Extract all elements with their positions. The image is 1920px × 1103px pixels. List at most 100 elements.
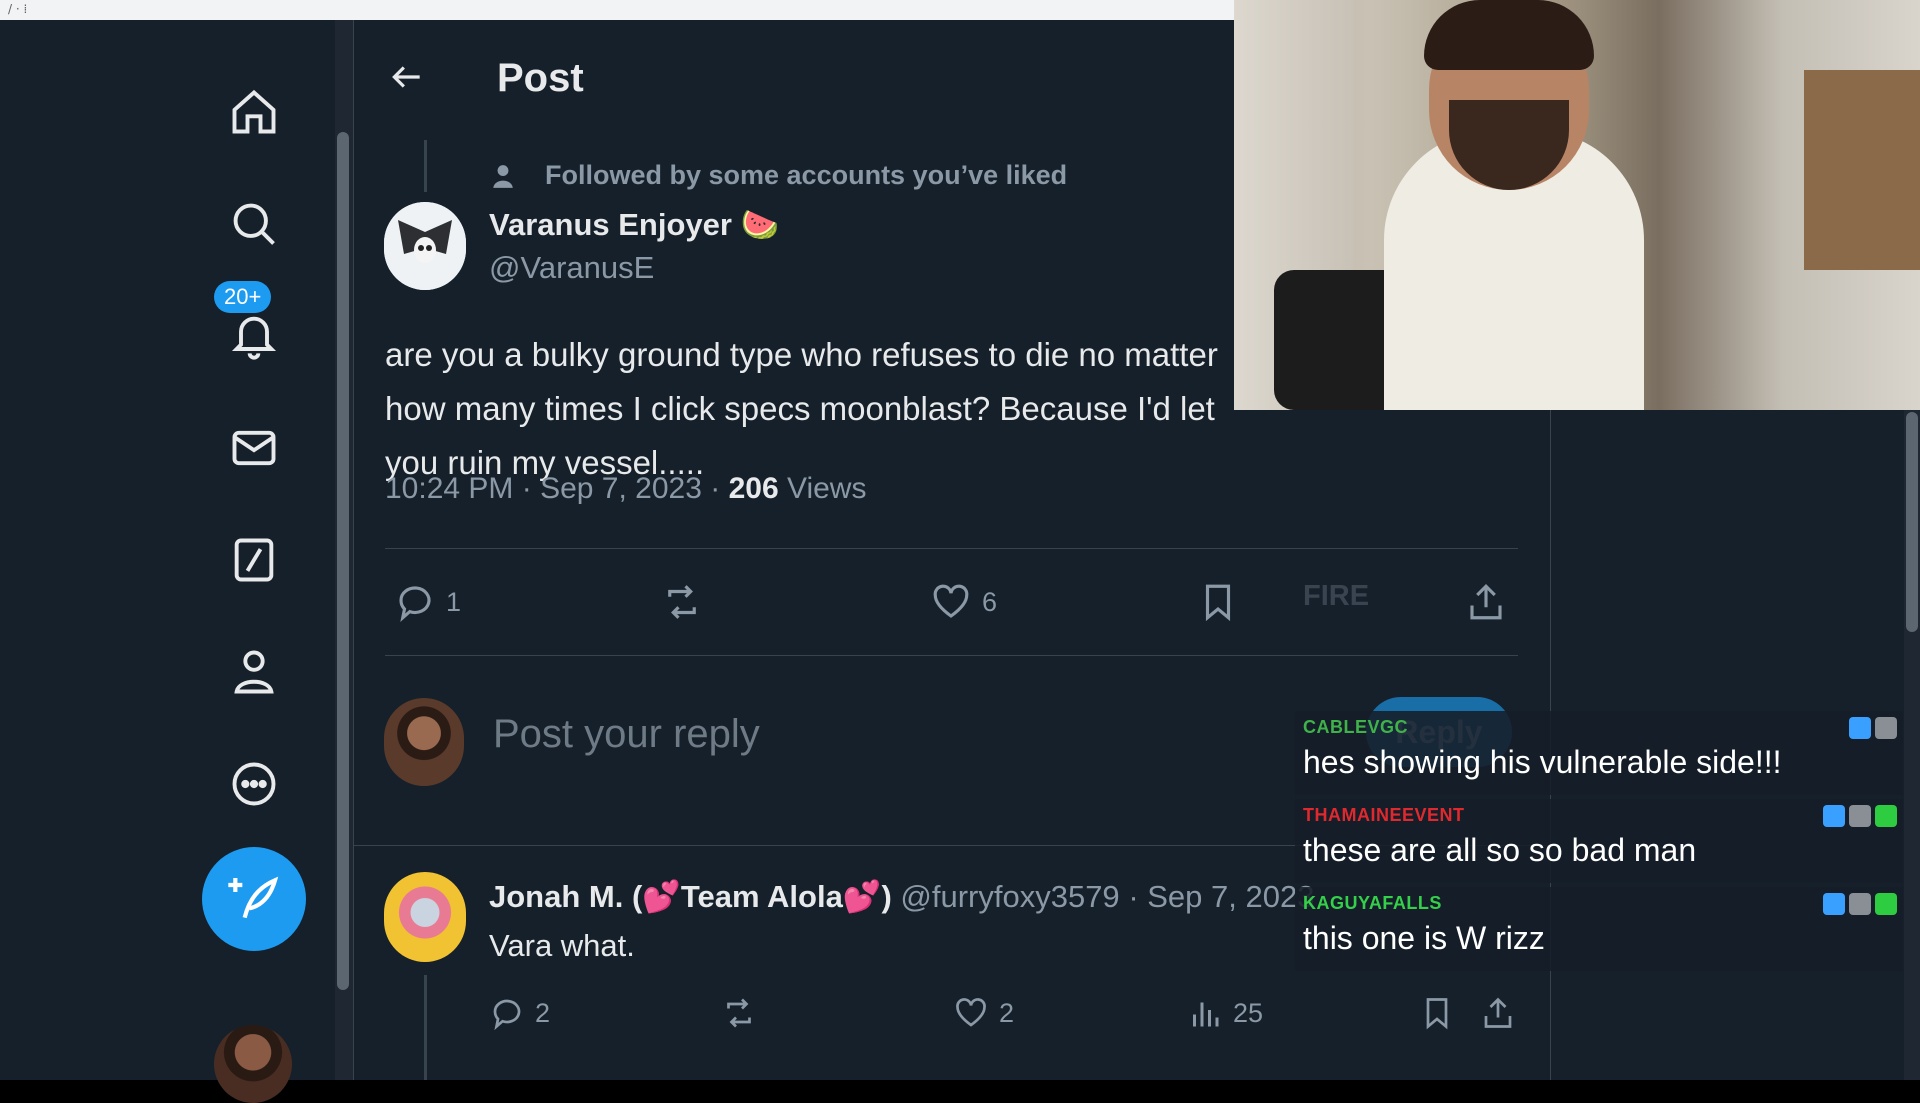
reply-author-handle[interactable]: @furryfoxy3579: [900, 879, 1119, 914]
subscriber-badge-icon: [1823, 893, 1845, 915]
share-icon: [1470, 584, 1502, 620]
chat-badges: [1849, 717, 1897, 739]
share-icon: [1484, 997, 1512, 1028]
compose-post-button[interactable]: [202, 847, 306, 951]
heart-icon: [933, 584, 969, 618]
comment-icon: [493, 999, 521, 1031]
gift-badge-icon: [1849, 893, 1871, 915]
repost-icon: [668, 585, 696, 619]
reply-text: Vara what.: [489, 928, 635, 963]
nav-explore[interactable]: [222, 192, 286, 256]
views-label: Views: [786, 472, 867, 505]
post-time[interactable]: 10:24 PM: [385, 472, 513, 505]
thread-line: [424, 140, 427, 192]
browser-top-fragment: / · ⁞: [8, 2, 28, 16]
author-avatar[interactable]: [384, 202, 466, 290]
person-icon: [234, 650, 274, 694]
like-action[interactable]: 6: [930, 581, 997, 623]
back-button[interactable]: [382, 52, 432, 102]
grok-icon: [234, 538, 274, 582]
chat-text: these are all so so bad man: [1303, 832, 1697, 868]
stream-chat-overlay: CABLEVGC hes showing his vulnerable side…: [1295, 711, 1903, 975]
nav-more[interactable]: [222, 752, 286, 816]
bell-icon: [231, 316, 277, 360]
browser-top-strip: / · ⁞: [0, 0, 1234, 20]
post-text: are you a bulky ground type who refuses …: [385, 336, 1218, 481]
bookmark-icon: [1205, 584, 1231, 622]
social-context-text: Followed by some accounts you’ve liked: [545, 160, 1068, 190]
post-date[interactable]: Sep 7, 2023: [540, 472, 702, 505]
reply-input[interactable]: Post your reply: [493, 712, 760, 757]
page-title: Post: [497, 56, 584, 100]
bookmark-action[interactable]: [1197, 581, 1239, 623]
social-context[interactable]: Followed by some accounts you’ve liked: [490, 160, 1067, 191]
post-meta: 10:24 PM · Sep 7, 2023 · 206 Views: [385, 472, 867, 505]
chat-badges: [1823, 805, 1897, 827]
reply-views-count: 25: [1233, 997, 1264, 1028]
reply-header: Jonah M. (💕Team Alola💕) @furryfoxy3579 ·…: [489, 879, 1315, 914]
bookmark-icon: [1426, 998, 1448, 1030]
subscriber-badge-icon: [1823, 805, 1845, 827]
analytics-icon: [1193, 1002, 1219, 1027]
chat-text: this one is W rizz: [1303, 920, 1545, 956]
reply-views-action[interactable]: 25: [1187, 995, 1263, 1031]
search-icon: [233, 203, 275, 245]
reply-count: 1: [446, 586, 462, 617]
author-handle[interactable]: @VaranusE: [489, 250, 654, 286]
chat-text: hes showing his vulnerable side!!!: [1303, 744, 1782, 780]
mail-icon: [232, 430, 276, 466]
nav-grok[interactable]: [222, 528, 286, 592]
chat-message: CABLEVGC hes showing his vulnerable side…: [1295, 711, 1903, 795]
thread-line: [424, 975, 427, 1080]
chat-username: THAMAINEEVENT: [1303, 805, 1465, 825]
reply-repost-action[interactable]: [721, 995, 757, 1031]
nav-notifications[interactable]: [222, 304, 286, 368]
column-divider: [353, 20, 354, 1080]
reply-author-name[interactable]: Jonah M. (💕Team Alola💕): [489, 879, 892, 914]
divider: [385, 548, 1518, 549]
subscriber-badge-icon: [1849, 717, 1871, 739]
views-count: 206: [728, 472, 779, 505]
share-action[interactable]: [1465, 581, 1507, 623]
webcam-overlay: [1234, 0, 1920, 410]
notifications-badge: 20+: [214, 281, 272, 313]
nav-profile[interactable]: [222, 640, 286, 704]
like-count: 6: [982, 586, 998, 617]
page-scrollbar-thumb[interactable]: [1906, 412, 1918, 632]
reply-share-action[interactable]: [1480, 995, 1516, 1031]
chat-badges: [1823, 893, 1897, 915]
reply-reply-count: 2: [535, 997, 551, 1028]
my-avatar: [384, 698, 464, 786]
webcam-streamer-hair: [1424, 0, 1594, 70]
webcam-shelf: [1804, 70, 1920, 270]
chat-username: KAGUYAFALLS: [1303, 893, 1442, 913]
reply-bookmark-action[interactable]: [1419, 995, 1455, 1031]
reply-like-action[interactable]: 2: [953, 995, 1014, 1031]
sidebar-scrollbar-thumb[interactable]: [337, 132, 349, 990]
reply-action[interactable]: 1: [394, 581, 461, 623]
gift-badge-icon: [1849, 805, 1871, 827]
repost-action[interactable]: [661, 581, 703, 623]
reply-date[interactable]: Sep 7, 2023: [1147, 879, 1314, 914]
reply-reply-action[interactable]: 2: [489, 995, 550, 1031]
more-circle-icon: [232, 762, 276, 806]
skull-butterfly-avatar-image: [384, 202, 466, 290]
fire-overlay-text: FIRE: [1303, 580, 1370, 612]
heart-icon: [956, 998, 986, 1027]
divider: [385, 655, 1518, 656]
arrow-left-icon: [392, 66, 420, 88]
author-name[interactable]: Varanus Enjoyer 🍉: [489, 206, 779, 243]
account-avatar[interactable]: [214, 1025, 292, 1103]
chat-message: THAMAINEEVENT these are all so so bad ma…: [1295, 799, 1903, 883]
reply-like-count: 2: [999, 997, 1015, 1028]
repost-icon: [727, 998, 751, 1028]
nav-home[interactable]: [222, 80, 286, 144]
home-icon: [232, 89, 276, 134]
vip-badge-icon: [1875, 893, 1897, 915]
chat-username: CABLEVGC: [1303, 717, 1409, 737]
nav-messages[interactable]: [222, 416, 286, 480]
gift-badge-icon: [1875, 717, 1897, 739]
feather-plus-icon: [228, 876, 279, 919]
comment-icon: [399, 586, 431, 622]
reply-author-avatar[interactable]: [384, 872, 466, 962]
